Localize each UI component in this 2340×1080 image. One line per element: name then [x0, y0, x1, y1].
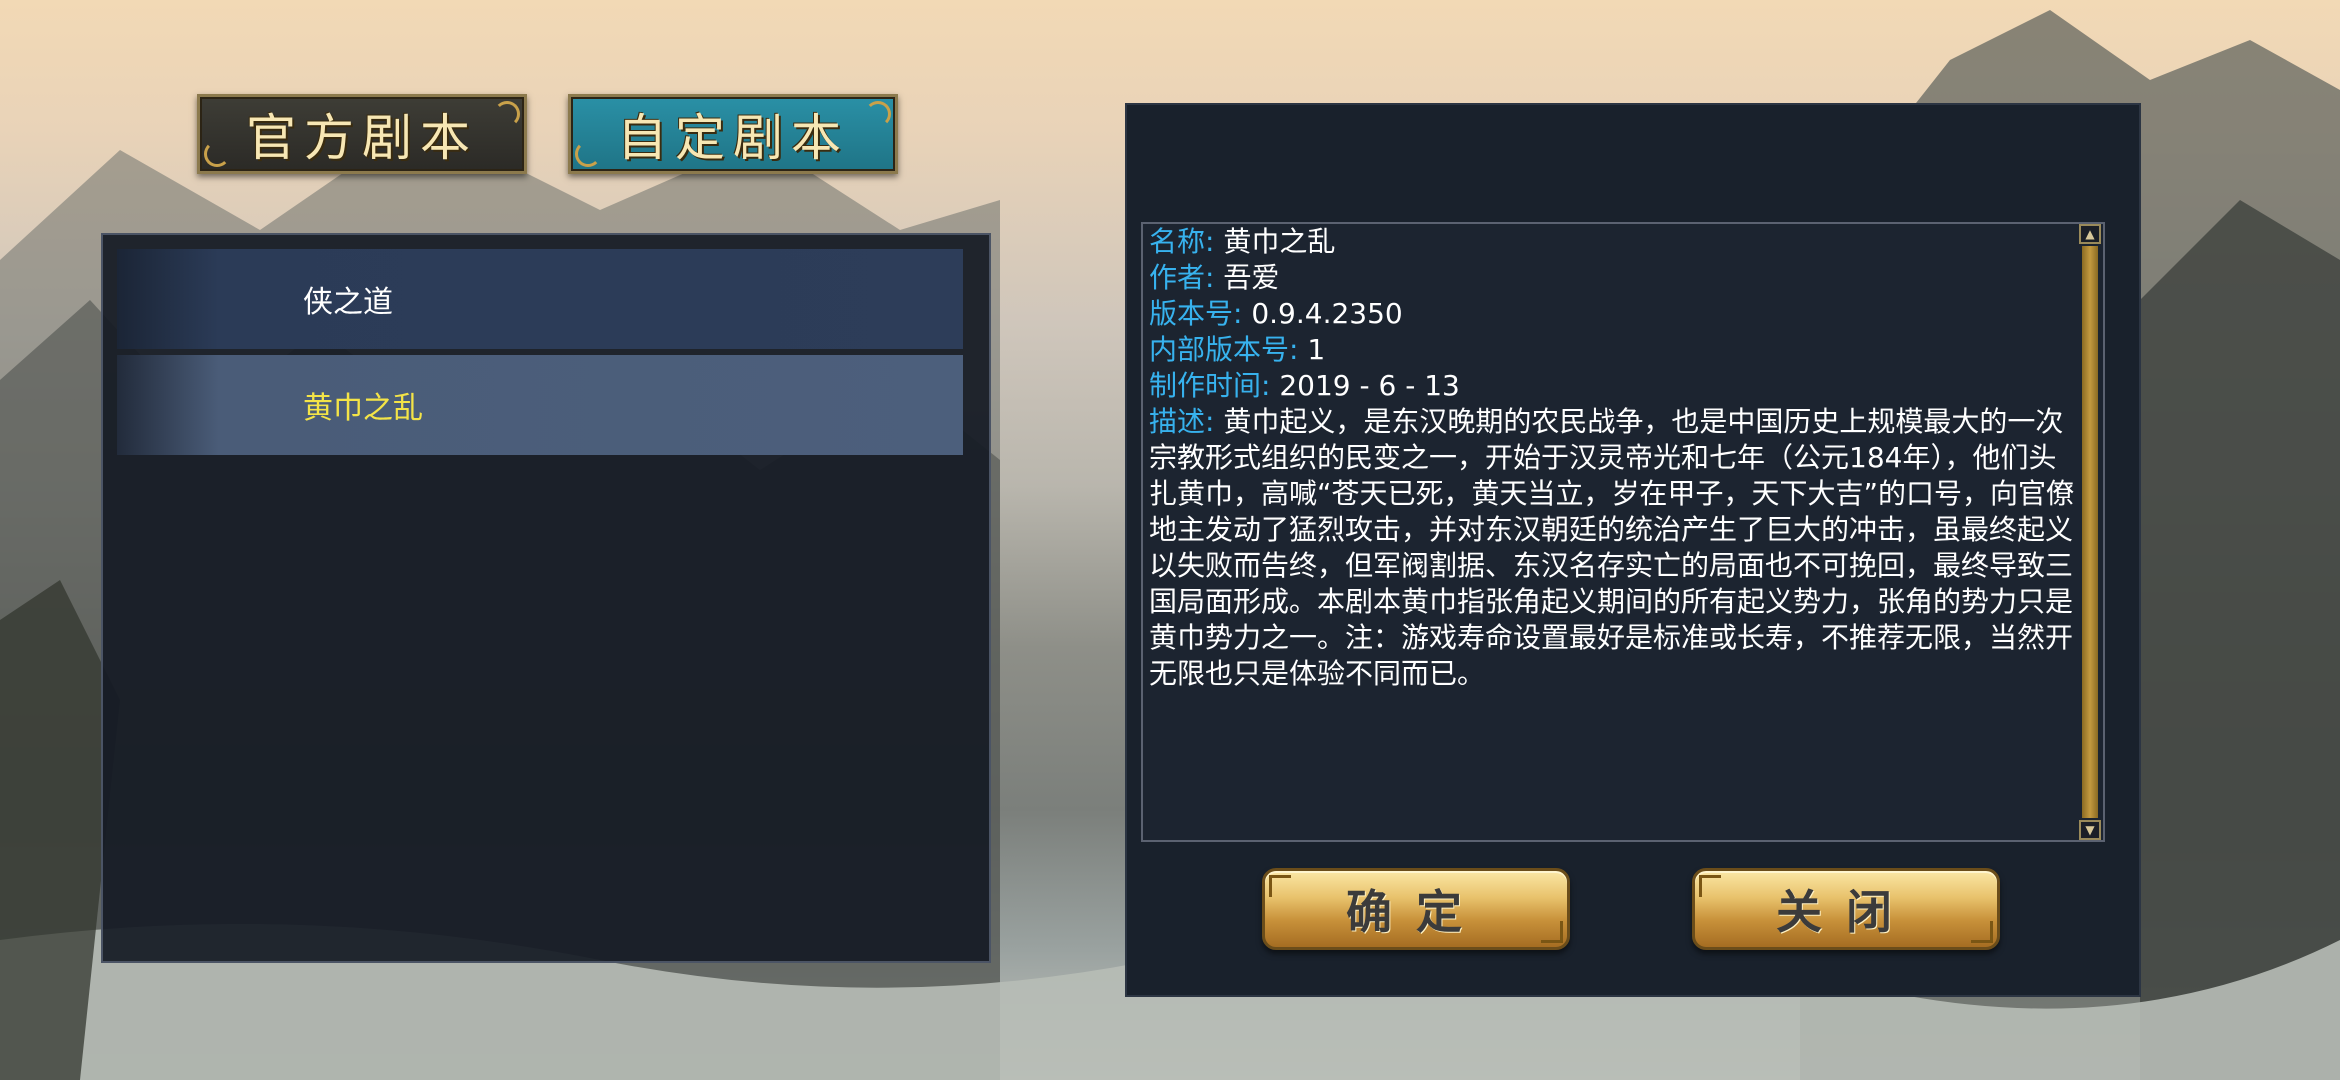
corner-ornament [865, 101, 891, 127]
confirm-button[interactable]: 确定 [1262, 868, 1570, 950]
scenario-info-box[interactable]: 名称: 黄巾之乱 作者: 吾爱 版本号: 0.9.4.2350 内部版本号: 1… [1141, 222, 2105, 842]
scenario-info-text: 名称: 黄巾之乱 作者: 吾爱 版本号: 0.9.4.2350 内部版本号: 1… [1149, 224, 2083, 692]
confirm-label: 确定 [1346, 885, 1486, 939]
scenario-list-item[interactable]: 侠之道 [117, 249, 963, 349]
description-row: 描述: 黄巾起义，是东汉晚期的农民战争，也是中国历史上规模最大的一次宗教形式组织… [1149, 404, 2083, 692]
scroll-up-arrow-icon[interactable]: ▲ [2079, 224, 2101, 244]
internal-version-row: 内部版本号: 1 [1149, 332, 2083, 368]
close-button[interactable]: 关闭 [1692, 868, 2000, 950]
scenario-detail-panel: 名称: 黄巾之乱 作者: 吾爱 版本号: 0.9.4.2350 内部版本号: 1… [1125, 103, 2141, 997]
scenario-list-panel: 侠之道 黄巾之乱 [101, 233, 991, 963]
corner-ornament [1269, 875, 1291, 897]
created-value: 2019 - 6 - 13 [1279, 369, 1460, 402]
internal-version-value: 1 [1307, 333, 1326, 366]
version-value: 0.9.4.2350 [1251, 297, 1403, 330]
description-label: 描述: [1149, 405, 1215, 438]
author-row: 作者: 吾爱 [1149, 260, 2083, 296]
scroll-thumb[interactable] [2082, 246, 2098, 818]
tab-official-scenarios[interactable]: 官方剧本 [197, 94, 527, 174]
tab-official-label: 官方剧本 [246, 109, 478, 167]
tab-custom-label: 自定剧本 [617, 109, 849, 167]
author-label: 作者: [1149, 261, 1215, 294]
scenario-name: 黄巾之乱 [303, 391, 423, 426]
corner-ornament [204, 141, 230, 167]
corner-ornament [494, 101, 520, 127]
info-scrollbar[interactable]: ▲ ▼ [2079, 224, 2101, 840]
name-label: 名称: [1149, 225, 1215, 258]
author-value: 吾爱 [1223, 261, 1280, 294]
tab-custom-scenarios[interactable]: 自定剧本 [568, 94, 898, 174]
created-label: 制作时间: [1149, 369, 1271, 402]
corner-ornament [1971, 921, 1993, 943]
corner-ornament [1699, 875, 1721, 897]
corner-ornament [1541, 921, 1563, 943]
internal-version-label: 内部版本号: [1149, 333, 1299, 366]
name-row: 名称: 黄巾之乱 [1149, 224, 2083, 260]
description-value: 黄巾起义，是东汉晚期的农民战争，也是中国历史上规模最大的一次宗教形式组织的民变之… [1149, 405, 2075, 690]
corner-ornament [575, 141, 601, 167]
scenario-name: 侠之道 [303, 285, 393, 320]
version-label: 版本号: [1149, 297, 1243, 330]
scroll-down-arrow-icon[interactable]: ▼ [2079, 820, 2101, 840]
name-value: 黄巾之乱 [1223, 225, 1336, 258]
close-label: 关闭 [1776, 885, 1916, 939]
version-row: 版本号: 0.9.4.2350 [1149, 296, 2083, 332]
scenario-list-item-selected[interactable]: 黄巾之乱 [117, 355, 963, 455]
created-row: 制作时间: 2019 - 6 - 13 [1149, 368, 2083, 404]
